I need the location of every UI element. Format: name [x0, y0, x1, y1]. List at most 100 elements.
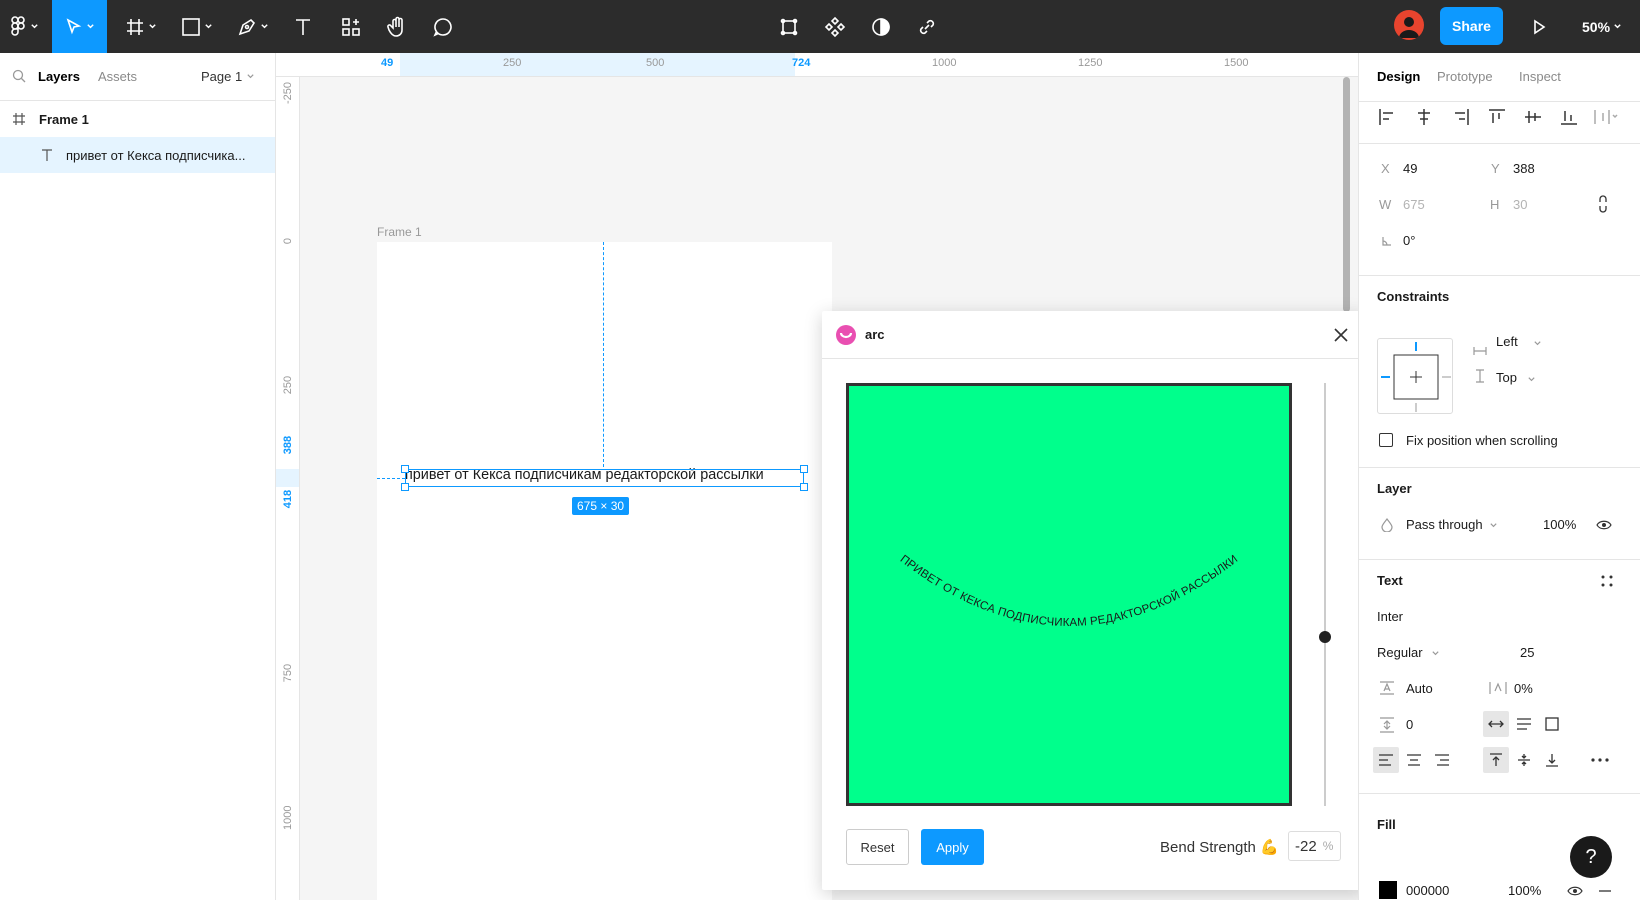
- mask-button[interactable]: [864, 0, 898, 53]
- horizontal-constraint-dropdown[interactable]: Left: [1496, 334, 1518, 349]
- chevron-down-icon[interactable]: [1533, 339, 1542, 348]
- frame-1[interactable]: [377, 242, 832, 900]
- distribute-icon[interactable]: [1593, 107, 1618, 127]
- font-weight-dropdown[interactable]: Regular: [1377, 645, 1423, 660]
- bend-slider-thumb[interactable]: [1319, 631, 1331, 643]
- present-button[interactable]: [1522, 0, 1556, 53]
- apply-button[interactable]: Apply: [921, 829, 984, 865]
- bend-slider-track[interactable]: [1324, 383, 1326, 806]
- fixed-size-button[interactable]: [1539, 711, 1565, 737]
- font-family-dropdown[interactable]: Inter: [1377, 609, 1403, 624]
- components-button[interactable]: [818, 0, 852, 53]
- fill-hex-field[interactable]: 000000: [1406, 883, 1449, 898]
- paragraph-spacing-field[interactable]: 0: [1406, 717, 1413, 732]
- auto-height-button[interactable]: [1511, 711, 1537, 737]
- eye-icon[interactable]: [1596, 520, 1612, 530]
- valign-top-button[interactable]: [1483, 747, 1509, 773]
- fill-opacity-field[interactable]: 100%: [1508, 883, 1541, 898]
- constrain-proportions-icon[interactable]: [1597, 195, 1609, 213]
- user-avatar[interactable]: [1394, 10, 1424, 40]
- horizontal-constraint-icon: [1473, 347, 1487, 355]
- rotation-field[interactable]: 0°: [1403, 233, 1415, 248]
- tab-layers[interactable]: Layers: [38, 69, 80, 84]
- align-top-icon[interactable]: [1487, 107, 1507, 127]
- constraint-widget[interactable]: [1377, 338, 1453, 414]
- top-toolbar: Share 50%: [0, 0, 1640, 53]
- auto-width-button[interactable]: [1483, 711, 1509, 737]
- align-left-icon[interactable]: [1377, 107, 1397, 127]
- layer-name: привет от Кекса подписчика...: [66, 147, 246, 163]
- text-align-left-button[interactable]: [1373, 747, 1399, 773]
- text-styles-icon[interactable]: [1601, 575, 1613, 587]
- component-icon: [824, 16, 846, 37]
- fill-color-swatch[interactable]: [1379, 881, 1397, 899]
- hand-tool-button[interactable]: [380, 0, 414, 53]
- crop-icon: [780, 18, 798, 35]
- align-bottom-icon[interactable]: [1559, 107, 1579, 127]
- text-align-center-button[interactable]: [1401, 747, 1427, 773]
- layer-row-text[interactable]: привет от Кекса подписчика...: [0, 137, 275, 173]
- remove-fill-icon[interactable]: [1599, 890, 1611, 892]
- resize-handle-tl[interactable]: [401, 465, 409, 473]
- help-button[interactable]: ?: [1570, 836, 1612, 878]
- resize-handle-tr[interactable]: [800, 465, 808, 473]
- x-field[interactable]: 49: [1403, 161, 1417, 176]
- valign-bottom-button[interactable]: [1539, 747, 1565, 773]
- main-menu-button[interactable]: [4, 0, 46, 53]
- align-bottom-icon: [1546, 754, 1558, 767]
- text-tool-button[interactable]: [286, 0, 320, 53]
- comment-tool-button[interactable]: [426, 0, 460, 53]
- y-field[interactable]: 388: [1513, 161, 1535, 176]
- close-icon[interactable]: [1331, 325, 1351, 345]
- align-right-icon[interactable]: [1451, 107, 1471, 127]
- layer-row-frame[interactable]: Frame 1: [0, 101, 275, 137]
- page-selector[interactable]: Page 1: [201, 69, 255, 84]
- layer-section-title: Layer: [1377, 481, 1412, 496]
- letter-spacing-field[interactable]: 0%: [1514, 681, 1533, 696]
- chevron-down-icon[interactable]: [1527, 375, 1536, 384]
- crop-button[interactable]: [772, 0, 806, 53]
- pen-tool-button[interactable]: [230, 0, 276, 53]
- link-button[interactable]: [910, 0, 944, 53]
- frame-label[interactable]: Frame 1: [377, 225, 422, 239]
- font-size-field[interactable]: 25: [1520, 645, 1534, 660]
- line-height-field[interactable]: Auto: [1406, 681, 1433, 696]
- vertical-constraint-dropdown[interactable]: Top: [1496, 370, 1517, 385]
- width-field[interactable]: 675: [1403, 197, 1425, 212]
- search-icon[interactable]: [12, 69, 26, 83]
- resize-handle-br[interactable]: [800, 483, 808, 491]
- resize-handle-bl[interactable]: [401, 483, 409, 491]
- tab-prototype[interactable]: Prototype: [1437, 69, 1493, 84]
- paragraph-spacing-icon: [1380, 717, 1394, 733]
- resources-button[interactable]: [334, 0, 368, 53]
- align-vertical-center-icon[interactable]: [1523, 107, 1543, 127]
- canvas-scrollbar[interactable]: [1343, 77, 1350, 312]
- valign-middle-button[interactable]: [1511, 747, 1537, 773]
- text-align-right-button[interactable]: [1429, 747, 1455, 773]
- blend-mode-dropdown[interactable]: Pass through: [1406, 517, 1483, 532]
- bend-strength-input[interactable]: -22 %: [1288, 831, 1341, 861]
- chevron-down-icon[interactable]: [1431, 649, 1440, 658]
- tab-assets[interactable]: Assets: [98, 69, 137, 84]
- chevron-down-icon[interactable]: [1489, 521, 1498, 530]
- ruler-label: 418: [282, 489, 294, 509]
- eye-icon[interactable]: [1567, 886, 1583, 896]
- tab-inspect[interactable]: Inspect: [1519, 69, 1561, 84]
- text-icon: [296, 18, 310, 35]
- fill-section-title: Fill: [1377, 817, 1396, 832]
- zoom-dropdown[interactable]: 50%: [1582, 0, 1622, 53]
- share-button[interactable]: Share: [1440, 7, 1503, 45]
- move-tool-button[interactable]: [52, 0, 107, 53]
- height-field[interactable]: 30: [1513, 197, 1527, 212]
- align-horizontal-center-icon[interactable]: [1414, 107, 1434, 127]
- divider: [1359, 467, 1640, 468]
- selection-box[interactable]: [405, 469, 804, 487]
- reset-button[interactable]: Reset: [846, 829, 909, 865]
- more-options-icon[interactable]: [1591, 758, 1609, 762]
- comment-icon: [433, 17, 452, 37]
- tab-design[interactable]: Design: [1377, 69, 1420, 84]
- fix-position-checkbox[interactable]: [1379, 433, 1393, 447]
- shape-tool-button[interactable]: [174, 0, 220, 53]
- frame-tool-button[interactable]: [118, 0, 164, 53]
- layer-opacity-field[interactable]: 100%: [1543, 517, 1576, 532]
